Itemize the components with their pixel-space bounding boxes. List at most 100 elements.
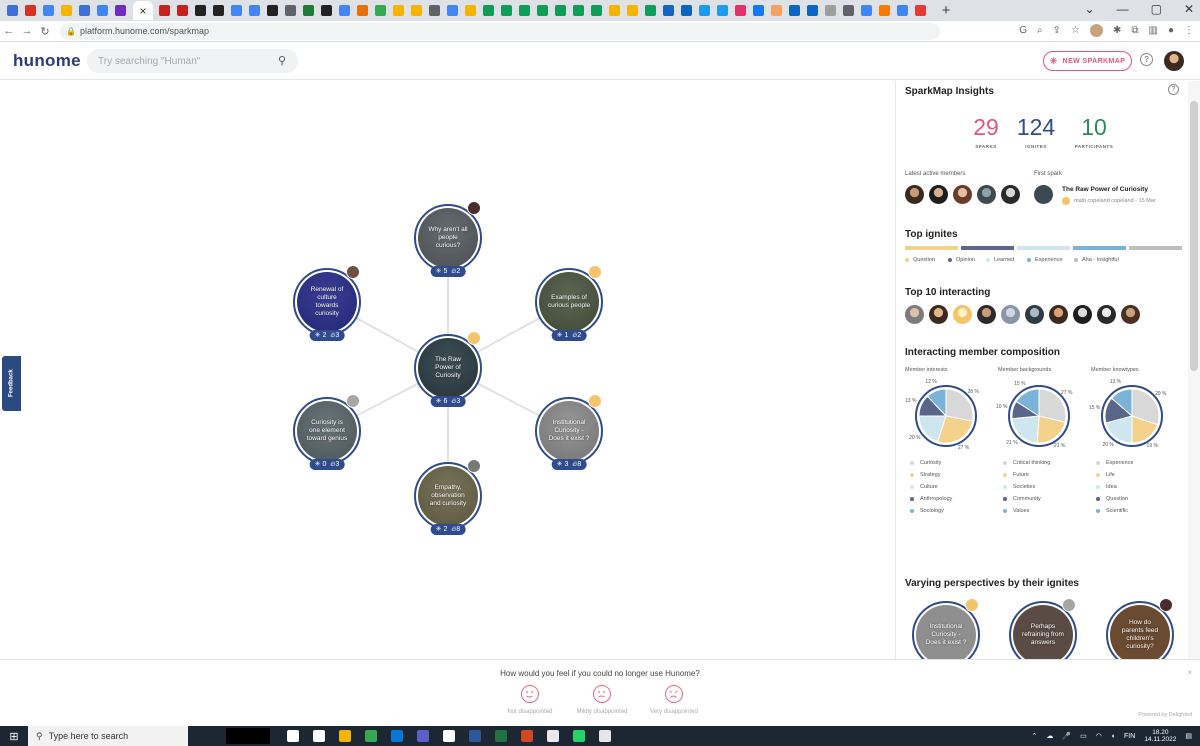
owner-avatar[interactable] (1062, 598, 1076, 612)
ignite-bar-segment[interactable] (961, 246, 1014, 250)
new-tab-button[interactable]: + (936, 2, 956, 19)
owner-avatar[interactable] (1159, 598, 1173, 612)
maximize-icon[interactable]: ▢ (1151, 2, 1162, 16)
browser-tab[interactable] (210, 2, 227, 19)
taskbar-app-icon[interactable] (438, 728, 460, 744)
taskbar-app-icon[interactable] (282, 728, 304, 744)
browser-tab[interactable] (660, 2, 677, 19)
member-avatar[interactable] (953, 185, 972, 204)
spark-node-top[interactable]: Why aren't all people curious? ✳ 5 🔥︎2 (414, 201, 482, 277)
taskbar-app-icon[interactable] (334, 728, 356, 744)
spark-node-upper-left[interactable]: Renewal of culture towards curiosity ✳ 2 … (293, 265, 361, 341)
taskbar-app-icon[interactable] (490, 728, 512, 744)
ignite-bar-segment[interactable] (1073, 246, 1126, 250)
search-bar[interactable]: ⚲ (87, 49, 298, 73)
browser-tab[interactable] (498, 2, 515, 19)
browser-tab[interactable] (606, 2, 623, 19)
owner-avatar[interactable] (467, 201, 481, 215)
survey-close-button[interactable]: × (1187, 668, 1192, 677)
browser-tab[interactable] (876, 2, 893, 19)
microphone-icon[interactable]: 🎤 (1062, 732, 1071, 740)
browser-tab[interactable] (94, 2, 111, 19)
first-spark-title[interactable]: The Raw Power of Curiosity (1062, 186, 1148, 193)
browser-tab[interactable] (588, 2, 605, 19)
browser-tab[interactable] (912, 2, 929, 19)
browser-tab[interactable] (840, 2, 857, 19)
owner-avatar[interactable] (588, 394, 602, 408)
owner-avatar[interactable] (965, 598, 979, 612)
windows-start-icon[interactable]: ⊞ (0, 730, 28, 743)
search-input[interactable] (98, 55, 268, 67)
browser-tab[interactable] (462, 2, 479, 19)
chevron-down-icon[interactable]: ⌄ (1085, 2, 1095, 16)
browser-tab[interactable] (768, 2, 785, 19)
taskbar-app-icon[interactable] (516, 728, 538, 744)
browser-tab[interactable] (372, 2, 389, 19)
sidebar-scrollbar[interactable] (1188, 81, 1200, 659)
browser-tab[interactable] (156, 2, 173, 19)
browser-tab[interactable] (732, 2, 749, 19)
member-avatar[interactable] (929, 185, 948, 204)
browser-tab[interactable] (678, 2, 695, 19)
browser-tab[interactable] (40, 2, 57, 19)
owner-avatar[interactable] (467, 459, 481, 473)
survey-option-not[interactable]: Not disappointed (490, 685, 570, 715)
browser-tab[interactable] (894, 2, 911, 19)
member-avatar[interactable] (1001, 305, 1020, 324)
google-icon[interactable]: G (1019, 25, 1027, 36)
taskbar-app-icon[interactable] (542, 728, 564, 744)
browser-tab[interactable] (822, 2, 839, 19)
avatar[interactable] (1089, 24, 1103, 37)
member-avatar[interactable] (1097, 305, 1116, 324)
browser-tab[interactable] (696, 2, 713, 19)
insights-help-icon[interactable]: ? (1168, 84, 1179, 95)
member-avatar[interactable] (1025, 305, 1044, 324)
browser-tab[interactable] (750, 2, 767, 19)
browser-tab[interactable] (858, 2, 875, 19)
sparkmap-canvas[interactable]: Feedback The Raw Power of Curiosity ✳ 6 🔥… (0, 81, 895, 659)
browser-tab[interactable] (300, 2, 317, 19)
browser-tab[interactable] (192, 2, 209, 19)
language-indicator[interactable]: FIN (1124, 733, 1135, 740)
taskbar-app-icon[interactable] (594, 728, 616, 744)
hunome-logo[interactable]: hunome (13, 51, 81, 71)
survey-option-very[interactable]: Very disappointed (634, 685, 714, 715)
search-icon[interactable]: ⚲ (278, 54, 286, 67)
volume-icon[interactable]: ◖ (1111, 733, 1115, 740)
browser-tab[interactable] (4, 2, 21, 19)
browser-tab[interactable] (480, 2, 497, 19)
browser-tab[interactable] (534, 2, 551, 19)
browser-tab[interactable] (804, 2, 821, 19)
member-avatar[interactable] (929, 305, 948, 324)
browser-tab[interactable] (516, 2, 533, 19)
url-field[interactable]: 🔒 platform.hunome.com/sparkmap (60, 22, 940, 40)
sidepanel-icon[interactable]: ▥ (1149, 25, 1158, 36)
spark-node-bottom[interactable]: Empathy, observation and curiosity ✳ 2 🔥︎… (414, 459, 482, 535)
minimize-icon[interactable]: — (1117, 2, 1129, 16)
spark-node-upper-right[interactable]: Examples of curious people ✳ 1 🔥︎2 (535, 265, 603, 341)
share-icon[interactable]: ⇪ (1053, 25, 1061, 36)
browser-tab[interactable] (282, 2, 299, 19)
browser-tab[interactable] (552, 2, 569, 19)
survey-powered-by[interactable]: Powered by Delighted (1138, 712, 1192, 718)
browser-tab[interactable] (228, 2, 245, 19)
extension-icon[interactable]: ✱ (1113, 25, 1121, 36)
browser-tab[interactable] (336, 2, 353, 19)
taskbar-app-icon[interactable] (360, 728, 382, 744)
spark-node-center[interactable]: The Raw Power of Curiosity ✳ 6 🔥︎3 (414, 331, 482, 407)
ignite-bar-segment[interactable] (1129, 246, 1182, 250)
member-avatar[interactable] (905, 185, 924, 204)
puzzle-icon[interactable]: ⧉ (1131, 25, 1138, 36)
profile-icon[interactable]: ● (1168, 25, 1174, 36)
task-thumbnail[interactable] (226, 728, 270, 744)
taskbar-app-icon[interactable] (464, 728, 486, 744)
notifications-icon[interactable]: ▤ (1185, 732, 1192, 740)
owner-avatar[interactable] (588, 265, 602, 279)
new-sparkmap-button[interactable]: ✳ NEW SPARKMAP (1043, 51, 1132, 71)
browser-tab[interactable] (112, 2, 129, 19)
scrollbar-thumb[interactable] (1190, 101, 1198, 371)
browser-tab[interactable] (426, 2, 443, 19)
browser-tab[interactable] (642, 2, 659, 19)
active-tab-close-button[interactable]: × (133, 1, 153, 20)
browser-tab[interactable] (390, 2, 407, 19)
